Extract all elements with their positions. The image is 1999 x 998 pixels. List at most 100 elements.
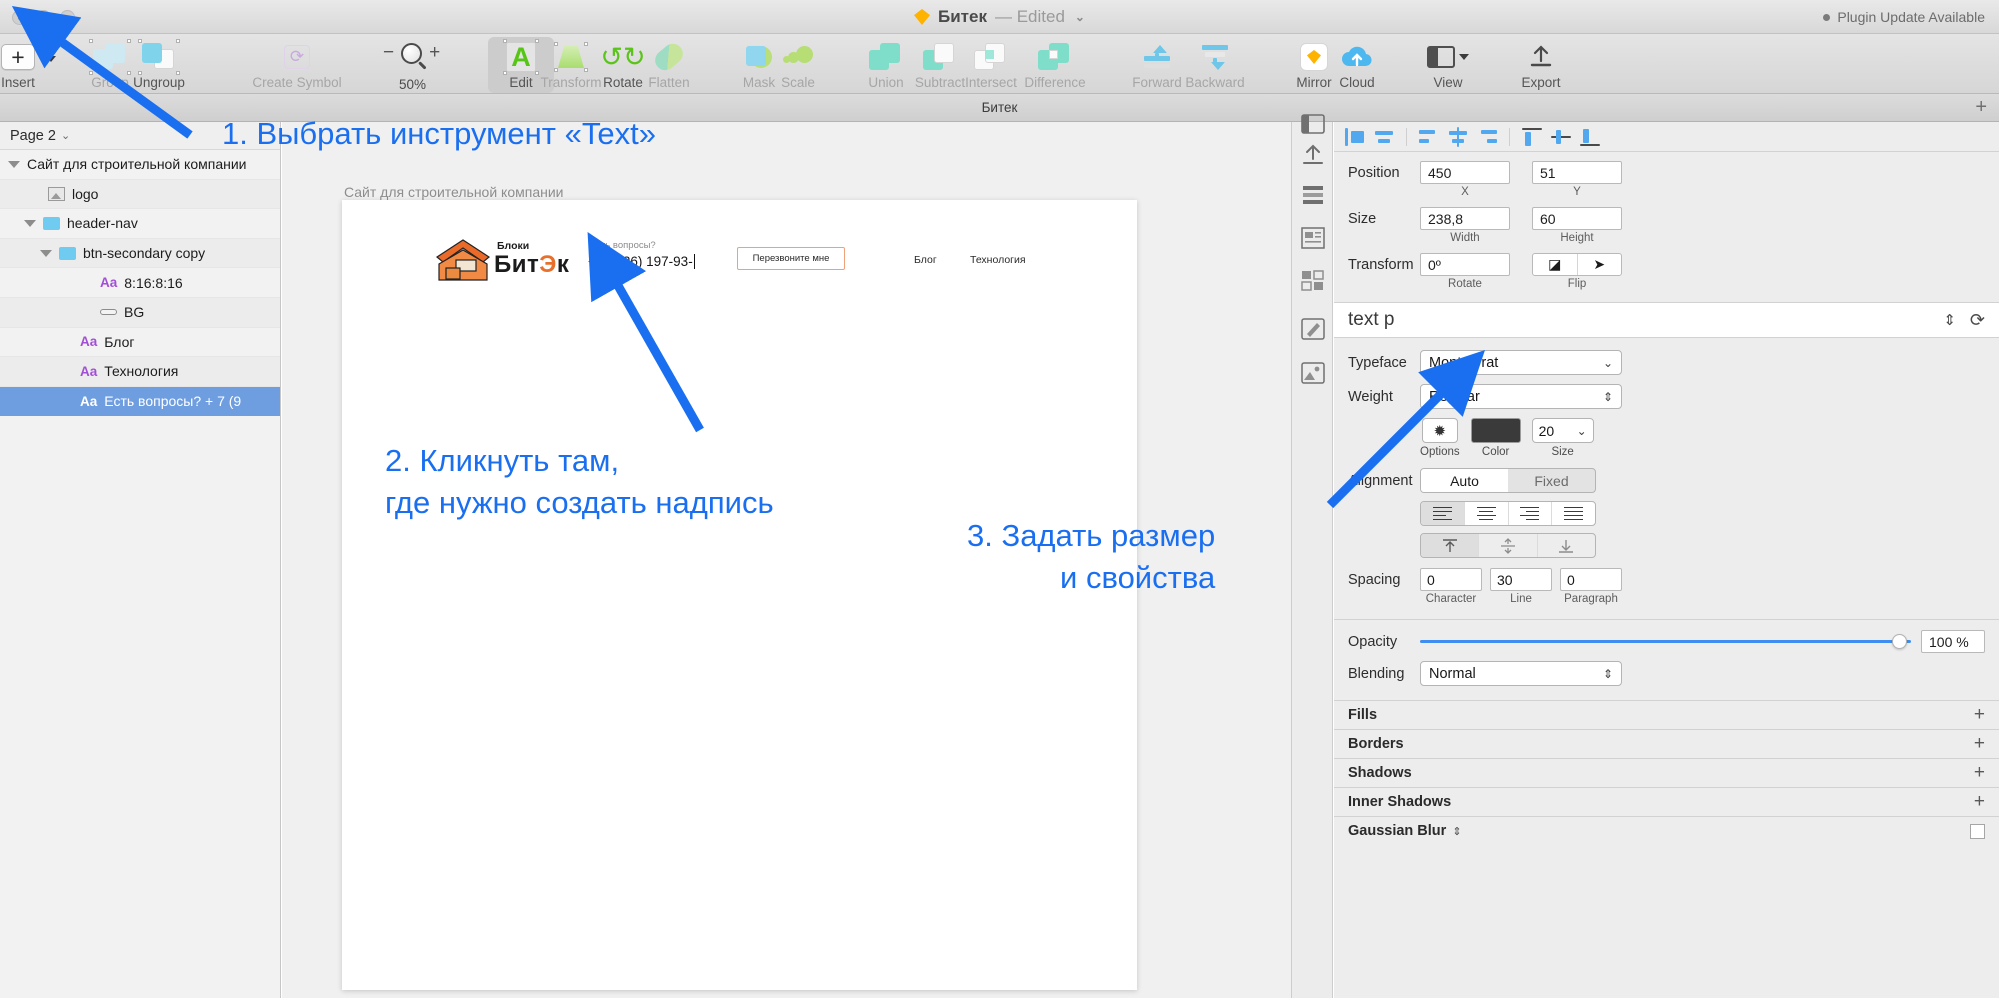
toolbar-insert[interactable]: + Insert xyxy=(0,37,51,93)
opacity-input[interactable]: 100 % xyxy=(1921,630,1985,653)
line-spacing-input[interactable]: 30 xyxy=(1490,568,1552,591)
layer-row-tehnologiya[interactable]: Aa Технология xyxy=(0,357,280,387)
add-border-button[interactable]: + xyxy=(1974,733,1985,755)
toolbar-ungroup[interactable]: Ungroup xyxy=(126,37,192,93)
align-left2-icon[interactable] xyxy=(1418,127,1440,147)
layer-row-selected-text[interactable]: Aa Есть вопросы? + 7 (9 xyxy=(0,386,280,417)
section-fills[interactable]: Fills + xyxy=(1334,700,1999,729)
site-logo[interactable]: Блоки БитЭк xyxy=(434,238,569,284)
blur-enable-checkbox[interactable] xyxy=(1970,823,1985,839)
layer-row-text-margins[interactable]: Aa 8:16:8:16 xyxy=(0,268,280,298)
layer-row-header-nav[interactable]: header-nav xyxy=(0,209,280,239)
section-inner-shadows[interactable]: Inner Shadows + xyxy=(1334,787,1999,816)
align-bottom-icon[interactable] xyxy=(1579,127,1601,147)
edit-pencil-icon[interactable] xyxy=(1301,318,1325,342)
flip-vertical-button[interactable]: ➤ xyxy=(1576,254,1622,275)
section-shadows[interactable]: Shadows + xyxy=(1334,758,1999,787)
typeface-select[interactable]: Montserrat ⌄ xyxy=(1420,350,1622,375)
toolbar-difference[interactable]: Difference xyxy=(1012,37,1098,93)
add-image-icon[interactable] xyxy=(1301,362,1325,386)
align-text-justify-icon[interactable] xyxy=(1551,502,1595,525)
add-fill-button[interactable]: + xyxy=(1974,704,1985,726)
disclosure-triangle-icon[interactable] xyxy=(40,249,52,257)
alignment-fixed-button[interactable]: Fixed xyxy=(1508,469,1595,492)
align-text-center-icon[interactable] xyxy=(1463,502,1508,525)
toolbar-label: Union xyxy=(868,75,904,90)
position-y-input[interactable]: 51 xyxy=(1532,161,1622,184)
align-right-icon[interactable] xyxy=(1476,127,1498,147)
add-shadow-button[interactable]: + xyxy=(1974,762,1985,784)
artboard-name-label[interactable]: Сайт для строительной компании xyxy=(344,184,564,200)
distribute-horizontal-icon[interactable] xyxy=(1373,127,1395,147)
stepper-icon[interactable]: ⇕ xyxy=(1452,825,1461,838)
layer-row-logo[interactable]: logo xyxy=(0,179,280,210)
annotation-step-3-line-2: и свойства xyxy=(1060,559,1216,595)
document-tab[interactable]: Битек xyxy=(982,100,1018,115)
nav-item-blog[interactable]: Блог xyxy=(914,254,937,266)
layer-row-bg[interactable]: BG xyxy=(0,297,280,328)
zoom-in-button[interactable]: + xyxy=(429,42,440,64)
font-size-input[interactable]: 20 ⌄ xyxy=(1531,418,1594,443)
section-gaussian-blur[interactable]: Gaussian Blur ⇕ xyxy=(1334,816,1999,845)
position-x-input[interactable]: 450 xyxy=(1420,161,1510,184)
height-input[interactable]: 60 xyxy=(1532,207,1622,230)
weight-value: Regular xyxy=(1429,388,1480,405)
character-spacing-input[interactable]: 0 xyxy=(1420,568,1482,591)
zoom-out-button[interactable]: − xyxy=(383,42,394,64)
phone-number-text[interactable]: + 7 (926) 197-93- xyxy=(588,254,696,269)
align-middle-vertical-icon[interactable] xyxy=(1550,127,1572,147)
layer-row-btn-secondary-copy[interactable]: btn-secondary copy xyxy=(0,238,280,269)
disclosure-triangle-icon[interactable] xyxy=(8,160,20,168)
toolbar-forward[interactable]: Forward xyxy=(1124,37,1190,93)
toolbar-create-symbol[interactable]: ⟳ Create Symbol xyxy=(247,37,347,93)
section-borders[interactable]: Borders + xyxy=(1334,729,1999,758)
align-text-right-icon[interactable] xyxy=(1507,502,1552,525)
text-style-stepper-icon[interactable]: ⇕ xyxy=(1943,311,1956,329)
toolbar-backward[interactable]: Backward xyxy=(1182,37,1248,93)
layer-name: header-nav xyxy=(67,215,138,232)
zoom-icon[interactable] xyxy=(401,42,423,64)
align-text-left-icon[interactable] xyxy=(1421,502,1464,525)
align-top-icon[interactable] xyxy=(1521,127,1543,147)
add-tab-button[interactable]: + xyxy=(1975,96,1987,119)
align-middle-text-icon[interactable] xyxy=(1478,534,1536,557)
toolbar-flatten[interactable]: Flatten xyxy=(636,37,702,93)
toolbar-label: Intersect xyxy=(965,75,1017,90)
align-bottom-text-icon[interactable] xyxy=(1536,534,1595,557)
nav-item-technology[interactable]: Технология xyxy=(970,254,1026,266)
layer-row-artboard[interactable]: Сайт для строительной компании xyxy=(0,150,280,180)
text-block-icon[interactable] xyxy=(1301,227,1325,251)
weight-select[interactable]: Regular ⇕ xyxy=(1420,384,1622,409)
toolbar-export[interactable]: Export xyxy=(1508,37,1574,93)
text-style-bar[interactable]: text p ⇕ ⟳ xyxy=(1334,302,1999,338)
disclosure-triangle-icon[interactable] xyxy=(24,219,36,227)
align-left-icon[interactable] xyxy=(1344,127,1366,147)
callback-button[interactable]: Перезвоните мне xyxy=(737,247,845,270)
plugin-update-notice[interactable]: Plugin Update Available xyxy=(1823,9,1985,25)
toolbar-cloud[interactable]: Cloud xyxy=(1324,37,1390,93)
refresh-style-icon[interactable]: ⟳ xyxy=(1970,310,1985,331)
add-inner-shadow-button[interactable]: + xyxy=(1974,791,1985,813)
chevron-down-icon[interactable] xyxy=(46,56,56,62)
panel-toggle-icon[interactable] xyxy=(1301,114,1325,138)
layers-stack-icon[interactable] xyxy=(1301,184,1325,208)
color-swatch[interactable] xyxy=(1470,418,1521,443)
rotate-input[interactable]: 0º xyxy=(1420,253,1510,276)
chevron-down-icon: ⌄ xyxy=(1602,355,1613,370)
export-upload-icon[interactable] xyxy=(1301,142,1325,166)
align-center-horizontal-icon[interactable] xyxy=(1447,126,1469,147)
chevron-down-icon[interactable]: ⌄ xyxy=(1075,10,1085,24)
width-input[interactable]: 238,8 xyxy=(1420,207,1510,230)
blending-select[interactable]: Normal ⇕ xyxy=(1420,661,1622,686)
gear-icon[interactable]: ✹ xyxy=(1421,418,1458,443)
toolbar-scale[interactable]: Scale xyxy=(765,37,831,93)
align-top-text-icon[interactable] xyxy=(1421,534,1479,557)
toolbar-view[interactable]: View xyxy=(1415,37,1481,93)
layer-row-blog[interactable]: Aa Блог xyxy=(0,328,280,358)
slider-knob[interactable] xyxy=(1892,634,1907,649)
flip-horizontal-button[interactable]: ◪ xyxy=(1533,254,1577,275)
opacity-slider[interactable] xyxy=(1420,633,1911,651)
paragraph-spacing-input[interactable]: 0 xyxy=(1560,568,1622,591)
alignment-auto-button[interactable]: Auto xyxy=(1421,469,1508,492)
grid-icon[interactable] xyxy=(1301,270,1325,294)
